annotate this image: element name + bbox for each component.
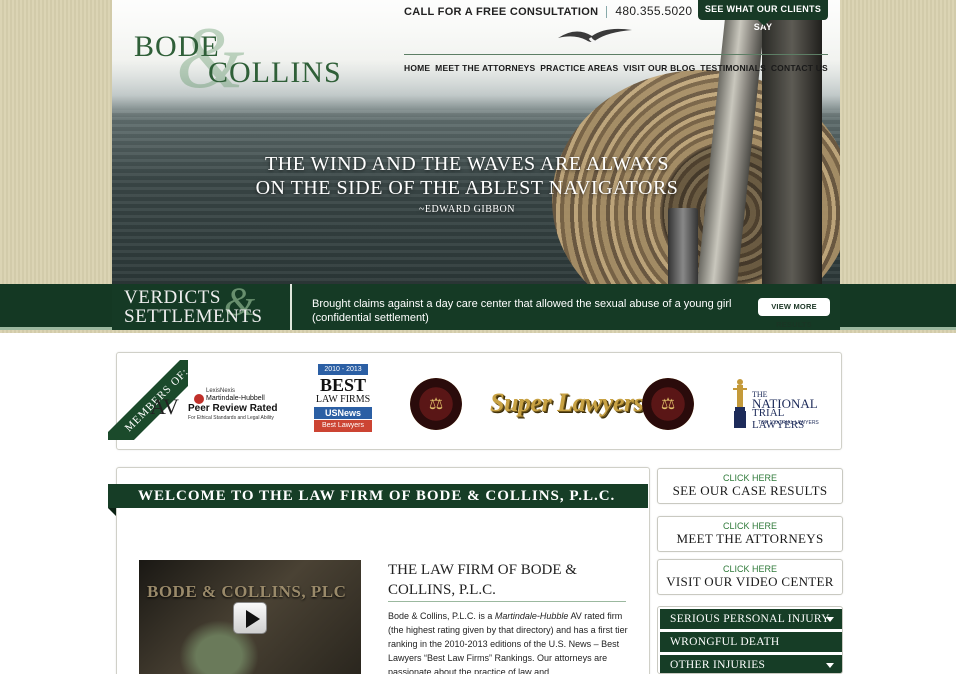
firm-title-rule	[388, 601, 626, 602]
practice-area-menu: SERIOUS PERSONAL INJURY WRONGFUL DEATH O…	[657, 606, 843, 674]
menu-serious-personal-injury[interactable]: SERIOUS PERSONAL INJURY	[660, 609, 842, 629]
nav-practice-areas[interactable]: PRACTICE AREAS	[540, 63, 618, 73]
divider	[606, 6, 608, 19]
bestlaw-bestlawyers: Best Lawyers	[314, 420, 372, 432]
nav-meet-attorneys[interactable]: MEET THE ATTORNEYS	[435, 63, 535, 73]
verdict-text: Brought claims against a day care center…	[312, 298, 732, 324]
seagull-icon	[558, 28, 632, 44]
bestlaw-years: 2010 - 2013	[318, 364, 368, 375]
meet-attorneys-card[interactable]: CLICK HERE MEET THE ATTORNEYS	[657, 516, 843, 552]
ntl-top100: TOP 100 TRIAL LAWYERS	[758, 420, 819, 426]
peer-review-label: Peer Review Rated	[188, 403, 278, 414]
nav-contact[interactable]: CONTACT US	[771, 63, 828, 73]
lexisnexis-label: LexisNexis	[206, 388, 236, 394]
play-icon[interactable]	[233, 602, 267, 634]
verdicts-inner: & VERDICTS SETTLEMENTS Brought claims ag…	[112, 279, 840, 330]
menu-wrongful-death[interactable]: WRONGFUL DEATH	[660, 632, 842, 652]
super-lawyers-logo[interactable]: Super Lawyers	[490, 388, 644, 418]
nav-home[interactable]: HOME	[404, 63, 430, 73]
av-letters: AV	[150, 394, 179, 419]
hero-banner: & BODE COLLINS CALL FOR A FREE CONSULTAT…	[112, 0, 840, 284]
menu-label: OTHER INJURIES	[670, 659, 766, 671]
chevron-down-icon[interactable]	[826, 617, 834, 622]
logo-bode: BODE	[134, 30, 220, 63]
meet-attorneys-label: MEET THE ATTORNEYS	[676, 531, 824, 546]
click-here-label: CLICK HERE	[722, 564, 777, 574]
nav-blog[interactable]: VISIT OUR BLOG	[623, 63, 695, 73]
lady-justice-icon	[733, 379, 747, 428]
hero-quote: THE WIND AND THE WAVES ARE ALWAYS ON THE…	[232, 152, 702, 215]
verdicts-title-line1: VERDICTS	[124, 287, 221, 308]
million-dollar-seal[interactable]: ⚖	[410, 378, 462, 430]
mast-shadow	[762, 0, 822, 284]
bestlaw-usnews: USNews	[314, 407, 372, 419]
verdicts-title-line2: SETTLEMENTS	[124, 306, 263, 327]
national-trial-lawyers-logo[interactable]: THE NATIONAL TRIAL LAWYERS TOP 100 TRIAL…	[724, 376, 824, 431]
logo-collins: COLLINS	[208, 56, 342, 89]
case-results-card[interactable]: CLICK HERE SEE OUR CASE RESULTS	[657, 468, 843, 504]
video-center-card[interactable]: CLICK HERE VISIT OUR VIDEO CENTER	[657, 559, 843, 595]
verdicts-bar: & VERDICTS SETTLEMENTS Brought claims ag…	[0, 279, 956, 330]
verdicts-title: VERDICTS SETTLEMENTS	[124, 288, 263, 326]
video-center-label: VISIT OUR VIDEO CENTER	[666, 574, 834, 589]
menu-other-injuries[interactable]: OTHER INJURIES	[660, 655, 842, 673]
video-title: BODE & COLLINS, PLC	[147, 582, 347, 601]
av-rating-logo[interactable]: AV LexisNexis Martindale-Hubbell Peer Re…	[150, 386, 280, 422]
ntl-trial: TRIAL LAWYERS	[752, 407, 805, 431]
video-player[interactable]: BODE & COLLINS, PLC	[139, 560, 361, 674]
main-nav: HOME MEET THE ATTORNEYS PRACTICE AREAS V…	[404, 63, 828, 73]
bolt-image	[668, 208, 698, 284]
firm-text-start: Bode & Collins, P.L.C. is a	[388, 611, 495, 621]
menu-label: WRONGFUL DEATH	[670, 636, 780, 648]
click-here-label: CLICK HERE	[722, 473, 777, 483]
scales-icon: ⚖	[660, 396, 676, 413]
quote-line-1: THE WIND AND THE WAVES ARE ALWAYS	[265, 153, 669, 175]
view-more-results-button[interactable]: VIEW MORE RESULTS	[758, 298, 830, 329]
phone-number[interactable]: 480.355.5020	[615, 4, 692, 18]
multi-million-dollar-seal[interactable]: ⚖	[642, 378, 694, 430]
welcome-heading: WELCOME TO THE LAW FIRM OF BODE & COLLIN…	[108, 484, 648, 508]
firm-title: THE LAW FIRM OF BODE & COLLINS, P.L.C.	[388, 562, 577, 598]
chevron-down-icon[interactable]	[826, 663, 834, 668]
case-results-label: SEE OUR CASE RESULTS	[672, 483, 828, 498]
click-here-label: CLICK HERE	[722, 521, 777, 531]
consultation-line: CALL FOR A FREE CONSULTATION 480.355.5020	[404, 4, 692, 19]
firm-text-italic: Martindale-Hubble	[494, 611, 569, 621]
firm-description: Bode & Collins, P.L.C. is a Martindale-H…	[388, 609, 630, 674]
quote-author: ~EDWARD GIBBON	[418, 204, 516, 215]
quote-line-2: ON THE SIDE OF THE ABLEST NAVIGATORS	[255, 177, 679, 199]
heading-fold	[108, 508, 116, 516]
see-clients-button[interactable]: SEE WHAT OUR CLIENTS SAY	[698, 0, 828, 32]
bestlaw-best: BEST	[319, 375, 367, 395]
ethical-label: For Ethical Standards and Legal Ability	[188, 415, 274, 421]
best-law-firms-logo[interactable]: 2010 - 2013 BEST LAW FIRMS USNews Best L…	[308, 364, 378, 436]
verdicts-divider	[290, 284, 292, 330]
menu-label: SERIOUS PERSONAL INJURY	[670, 613, 830, 625]
martindale-label: Martindale-Hubbell	[206, 395, 265, 402]
nav-divider	[404, 54, 828, 55]
scales-icon: ⚖	[428, 396, 444, 413]
bestlaw-firms: LAW FIRMS	[315, 394, 371, 405]
nav-testimonials[interactable]: TESTIMONIALS	[700, 63, 766, 73]
site-logo[interactable]: & BODE COLLINS	[132, 10, 341, 107]
consultation-label: CALL FOR A FREE CONSULTATION	[404, 6, 599, 18]
